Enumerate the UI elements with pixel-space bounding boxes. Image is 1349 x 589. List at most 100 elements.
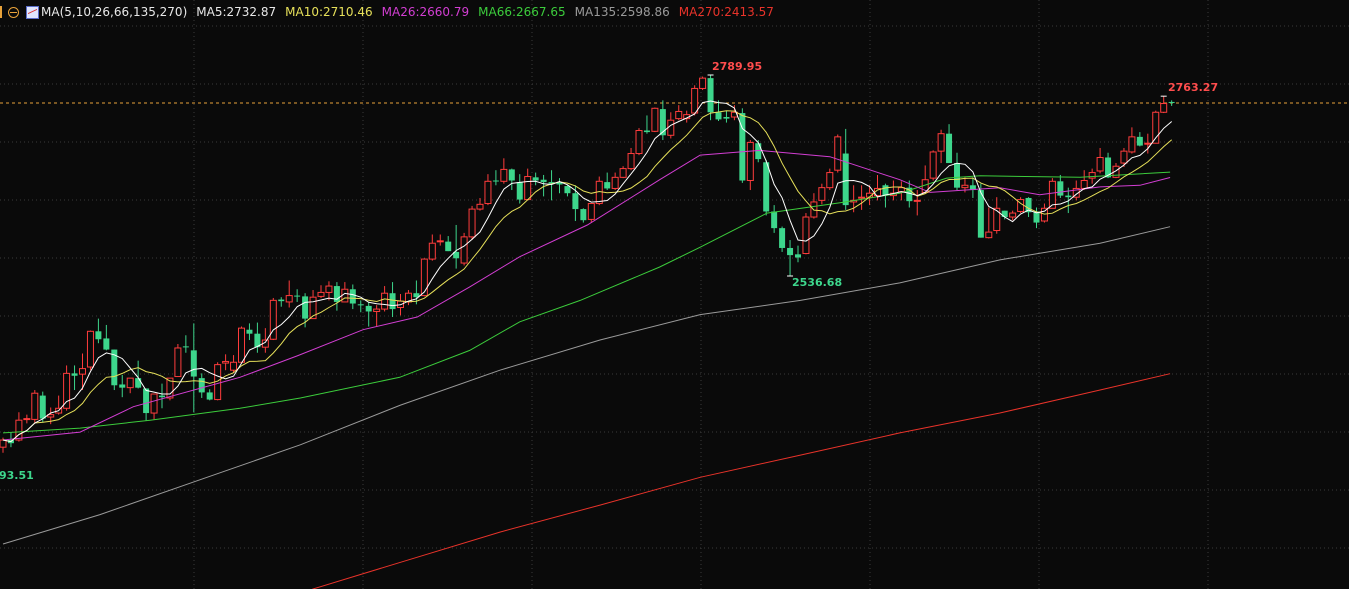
candle-body: [1136, 136, 1143, 146]
candle-body: [182, 346, 189, 348]
candle-body: [723, 117, 730, 119]
candle: [1136, 132, 1143, 147]
indicator-chart-icon[interactable]: [26, 5, 39, 19]
candle: [365, 301, 372, 327]
candle-body: [691, 87, 699, 114]
candle-body: [222, 360, 230, 364]
candle-body: [818, 187, 826, 201]
candle: [946, 124, 953, 164]
candle: [675, 105, 683, 121]
candle: [254, 322, 261, 353]
candle-body: [126, 377, 134, 389]
candle: [779, 226, 786, 252]
candle-body: [86, 330, 94, 368]
candle-body: [190, 350, 197, 377]
candle-body: [31, 392, 39, 420]
candle-body: [1065, 195, 1072, 198]
candle-body: [937, 133, 945, 152]
candle-body: [746, 141, 754, 182]
candle: [492, 170, 499, 186]
candle: [246, 323, 253, 341]
candle: [913, 190, 921, 216]
candle-body: [1128, 136, 1136, 153]
candle-body: [198, 378, 205, 393]
candle: [746, 140, 754, 191]
candle-body: [635, 130, 643, 155]
candle-body: [516, 182, 523, 200]
candle: [333, 282, 340, 311]
candle-body: [174, 347, 182, 378]
candle: [222, 354, 230, 371]
candle: [699, 76, 707, 91]
candle-body: [389, 293, 396, 310]
candle-body: [1096, 156, 1104, 172]
candle: [889, 180, 897, 201]
candle-body: [39, 395, 46, 419]
candle: [23, 414, 31, 424]
ma5-value: MA5:2732.87: [196, 5, 277, 19]
candle-body: [428, 242, 436, 260]
candle-body: [317, 291, 325, 297]
candle-body: [381, 292, 389, 310]
candle-body: [349, 289, 356, 304]
candle-body: [1080, 180, 1088, 189]
ma-params-label[interactable]: MA(5,10,26,66,135,270): [41, 5, 187, 19]
candlestick-chart[interactable]: [0, 0, 1349, 589]
candle-body: [993, 207, 1001, 232]
candle-body: [436, 240, 444, 243]
candle: [349, 284, 356, 310]
candle: [500, 158, 508, 184]
candle: [143, 388, 150, 421]
candle-body: [564, 186, 571, 194]
candle-body: [1088, 172, 1096, 179]
candle: [929, 150, 937, 181]
ma10-line: [2, 110, 1173, 443]
candle-body: [23, 418, 31, 421]
ma135-value: MA135:2598.86: [574, 5, 670, 19]
candle-body: [643, 130, 650, 133]
candle-body: [246, 329, 253, 334]
candle-body: [913, 199, 921, 202]
candle: [420, 258, 428, 297]
candle-body: [802, 216, 810, 255]
candle: [643, 115, 650, 134]
candle: [86, 330, 94, 371]
ma5-line: [2, 100, 1173, 443]
candle: [182, 335, 189, 353]
candle: [436, 234, 444, 246]
candle: [95, 318, 102, 344]
candle-body: [1001, 210, 1008, 218]
candle-body: [587, 203, 595, 220]
candle-body: [1168, 101, 1175, 103]
indicator-header: MA(5,10,26,66,135,270) MA5:2732.87 MA10:…: [0, 4, 783, 20]
candle-body: [63, 372, 71, 409]
candle-body: [460, 236, 468, 264]
candle-body: [667, 119, 675, 136]
high-price-label: 2789.95: [712, 60, 763, 73]
candle-body: [500, 168, 508, 182]
candle: [1009, 210, 1017, 221]
candle: [723, 110, 730, 123]
ma270-line: [312, 373, 1171, 589]
candle: [150, 393, 158, 420]
collapse-circle-icon[interactable]: [8, 6, 19, 18]
candle: [39, 391, 46, 423]
candle-body: [484, 180, 492, 205]
candle: [897, 181, 905, 201]
candle-body: [961, 184, 969, 189]
candle-body: [699, 77, 707, 89]
left-low-label: 93.51: [0, 469, 34, 482]
candle-body: [1120, 150, 1128, 164]
candle: [428, 234, 436, 261]
candle-body: [540, 179, 547, 183]
candle-body: [1144, 142, 1152, 145]
candle: [285, 280, 293, 308]
candle-body: [476, 203, 484, 210]
candle-body: [365, 305, 372, 312]
candle: [548, 170, 555, 201]
candle-body: [15, 419, 23, 441]
candle-body: [1009, 212, 1017, 218]
candle-body: [1160, 103, 1168, 113]
candle-body: [71, 373, 78, 376]
candle-body: [882, 185, 889, 196]
